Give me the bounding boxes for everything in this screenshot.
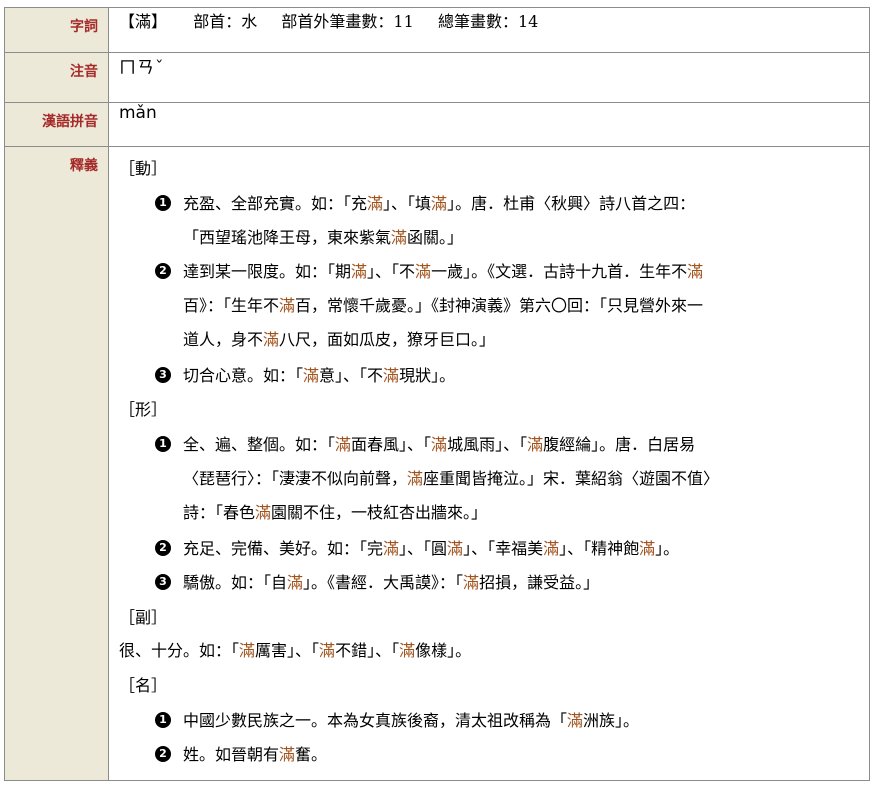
pos-noun: ［名］ (119, 676, 168, 695)
bullet-2-icon: 2 (155, 540, 171, 556)
text-line: 充盈、全部充實。如：「充滿」、「填滿」。唐．杜甫〈秋興〉詩八首之四： (183, 194, 696, 213)
text-line: 全、遍、整個。如：「滿面春風」、「滿城風雨」、「滿腹經綸」。唐．白居易 (183, 435, 696, 454)
label-definition: 釋義 (4, 146, 109, 781)
adv-sense: 很、十分。如：「滿厲害」、「滿不錯」、「滿像樣」。 (119, 641, 472, 660)
radical: 部首：水 (193, 12, 258, 31)
zhuyin-value: ㄇㄢˇ (108, 52, 870, 103)
row-pinyin: 漢語拼音 mǎn (4, 102, 870, 147)
headword: 【滿】 (119, 12, 168, 31)
text-line: 姓。如晉朝有滿奮。 (183, 745, 328, 764)
text-line: 充足、完備、美好。如：「完滿」、「圓滿」、「幸福美滿」、「精神飽滿」。 (183, 539, 680, 558)
strokes-outside-radical: 部首外筆畫數：11 (281, 12, 414, 31)
definition-cell: ［動］ 1 充盈、全部充實。如：「充滿」、「填滿」。唐．杜甫〈秋興〉詩八首之四：… (108, 146, 870, 781)
text-line: 〈琵琶行〉：「淒淒不似向前聲，滿座重聞皆掩泣。」宋．葉紹翁〈遊園不值〉 (183, 469, 720, 488)
text-line: 詩：「春色滿園關不住，一枝紅杏出牆來。」 (183, 503, 488, 522)
dictionary-entry-table: 字詞 【滿】 部首：水 部首外筆畫數：11 總筆畫數：14 注音 ㄇㄢˇ 漢語拼… (4, 7, 870, 781)
text-line: 達到某一限度。如：「期滿」、「不滿一歲」。《文選．古詩十九首．生年不滿 (183, 262, 704, 281)
label-zhuyin: 注音 (4, 52, 109, 103)
label-pinyin: 漢語拼音 (4, 102, 109, 147)
bullet-3-icon: 3 (155, 367, 171, 383)
pinyin-value: mǎn (108, 102, 870, 147)
pos-adverb: ［副］ (119, 608, 168, 627)
text-line: 百》：「生年不滿百，常懷千歲憂。」《封神演義》第六〇回：「只見營外來一 (183, 296, 704, 315)
bullet-1-icon: 1 (155, 436, 171, 452)
definition-body: ［動］ 1 充盈、全部充實。如：「充滿」、「填滿」。唐．杜甫〈秋興〉詩八首之四：… (109, 147, 869, 780)
word-header: 【滿】 部首：水 部首外筆畫數：11 總筆畫數：14 (108, 7, 870, 53)
row-zhuyin: 注音 ㄇㄢˇ (4, 52, 870, 103)
text-line: 「西望瑤池降王母，東來紫氣滿函關。」 (183, 228, 464, 247)
text-line: 切合心意。如：「滿意」、「不滿現狀」。 (183, 366, 456, 385)
text-line: 中國少數民族之一。本為女真族後裔，清太祖改稱為「滿洲族」。 (183, 711, 640, 730)
total-strokes: 總筆畫數：14 (437, 12, 539, 31)
text-line: 道人，身不滿八尺，面如瓜皮，獠牙巨口。」 (183, 330, 496, 349)
label-word: 字詞 (4, 7, 109, 53)
text-line: 驕傲。如：「自滿」。《書經．大禹謨》：「滿招損，謙受益。」 (183, 573, 600, 592)
row-word: 字詞 【滿】 部首：水 部首外筆畫數：11 總筆畫數：14 (4, 7, 870, 53)
bullet-1-icon: 1 (155, 195, 171, 211)
pos-verb: ［動］ (119, 159, 168, 178)
bullet-1-icon: 1 (155, 712, 171, 728)
pos-adjective: ［形］ (119, 400, 168, 419)
bullet-2-icon: 2 (155, 263, 171, 279)
row-definition: 釋義 ［動］ 1 充盈、全部充實。如：「充滿」、「填滿」。唐．杜甫〈秋興〉詩八首… (4, 146, 870, 781)
bullet-3-icon: 3 (155, 574, 171, 590)
bullet-2-icon: 2 (155, 746, 171, 762)
